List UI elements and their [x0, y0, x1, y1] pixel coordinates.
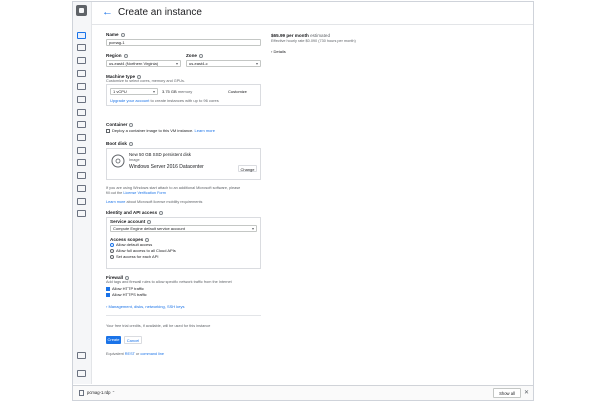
boot-change-button[interactable]: Change — [238, 165, 257, 172]
container-label: Container — [106, 122, 134, 127]
download-item[interactable]: pcmag-1.rdp ⌃ — [87, 390, 115, 395]
boot-image-label: Image — [129, 158, 140, 162]
help-icon[interactable] — [120, 32, 125, 37]
close-icon[interactable]: ✕ — [524, 389, 529, 396]
zone-label: Zone — [186, 53, 203, 58]
marketplace-icon[interactable] — [77, 352, 86, 359]
nav-rail — [73, 2, 92, 384]
scope-default-option[interactable]: Allow default access — [110, 242, 152, 247]
disk-icon — [111, 154, 125, 168]
help-icon[interactable] — [123, 53, 128, 58]
sole-tenant-nodes-icon[interactable] — [77, 70, 86, 77]
network-endpoints-icon[interactable] — [77, 185, 86, 192]
instance-groups-icon[interactable] — [77, 44, 86, 51]
help-icon[interactable] — [147, 219, 152, 224]
monthly-price: $65.99 per month estimated — [271, 33, 330, 38]
machine-type-subtext: Customize to select cores, memory and GP… — [106, 79, 185, 83]
scope-full-option[interactable]: Allow full access to all Cloud APIs — [110, 248, 176, 253]
scope-each-option[interactable]: Set access for each API — [110, 254, 158, 259]
free-trial-note: Your free trial credits, if available, w… — [106, 324, 211, 328]
https-checkbox[interactable] — [106, 292, 110, 297]
divider — [106, 315, 261, 316]
download-bar: pcmag-1.rdp ⌃ Show all ✕ — [73, 385, 533, 400]
hourly-rate: Effective hourly rate $0.090 (730 hours … — [271, 39, 356, 43]
instance-templates-icon[interactable] — [77, 57, 86, 64]
management-expander[interactable]: › Management, disks, networking, SSH key… — [106, 304, 185, 309]
service-account-label: Service account — [110, 219, 152, 224]
vm-instances-icon[interactable] — [77, 32, 86, 39]
learn-more-link[interactable]: Learn more — [106, 200, 125, 204]
radio[interactable] — [110, 248, 114, 253]
disks-icon[interactable] — [77, 83, 86, 90]
browser-window: ← Create an instance Name pcmag-1 Region… — [72, 1, 534, 401]
health-checks-icon[interactable] — [77, 159, 86, 166]
pricing-summary: $65.99 per month estimated Effective hou… — [271, 33, 361, 54]
compute-engine-logo-icon[interactable] — [76, 5, 87, 16]
page-header: ← Create an instance — [92, 2, 533, 25]
create-instance-form: Name pcmag-1 Region us-east4 (Northern V… — [106, 30, 526, 380]
management-link[interactable]: Management, disks, networking, SSH keys — [108, 304, 184, 309]
allow-https-option[interactable]: Allow HTTPS traffic — [106, 292, 147, 297]
collapse-rail-icon[interactable] — [77, 370, 86, 377]
show-all-button[interactable]: Show all — [493, 388, 521, 398]
create-button[interactable]: Create — [106, 336, 121, 344]
operations-icon[interactable] — [77, 198, 86, 205]
chevron-up-icon[interactable]: ⌃ — [112, 390, 116, 395]
radio[interactable] — [110, 254, 114, 259]
name-label: Name — [106, 32, 125, 37]
tpus-icon[interactable] — [77, 121, 86, 128]
security-scans-icon[interactable] — [77, 210, 86, 217]
container-learn-more-link[interactable]: Learn more — [195, 128, 215, 133]
upgrade-link[interactable]: Upgrade your account — [110, 98, 149, 103]
container-checkbox[interactable] — [106, 128, 110, 133]
cancel-button[interactable]: Cancel — [124, 336, 142, 344]
boot-disk-title: New 50 GB SSD persistent disk — [129, 152, 191, 157]
help-icon[interactable] — [128, 141, 133, 146]
equivalent-line: Equivalent REST or command line — [106, 352, 165, 356]
allow-http-option[interactable]: Allow HTTP traffic — [106, 286, 144, 291]
customize-link[interactable]: Customize — [228, 89, 247, 94]
license-verification-link[interactable]: License Verification Form — [123, 191, 166, 195]
memory-value: 3.75 GB memory — [162, 89, 193, 94]
help-icon[interactable] — [129, 122, 134, 127]
details-expander[interactable]: › Details — [271, 49, 361, 54]
name-input[interactable]: pcmag-1 — [106, 39, 261, 46]
service-account-select[interactable]: Compute Engine default service account — [110, 225, 257, 232]
region-label: Region — [106, 53, 128, 58]
file-icon — [79, 390, 84, 396]
snapshots-icon[interactable] — [77, 96, 86, 103]
firewall-subtext: Add tags and firewall rules to allow spe… — [106, 280, 232, 284]
images-icon[interactable] — [77, 109, 86, 116]
metadata-icon[interactable] — [77, 147, 86, 154]
rest-link[interactable]: REST — [125, 352, 135, 356]
container-option: Deploy a container image to this VM inst… — [106, 128, 215, 133]
zone-select[interactable]: us-east4-c — [186, 60, 261, 67]
zones-icon[interactable] — [77, 172, 86, 179]
vcpu-select[interactable]: 1 vCPU — [110, 88, 158, 95]
radio-selected[interactable] — [110, 242, 114, 247]
page-title: Create an instance — [118, 7, 202, 18]
help-icon[interactable] — [159, 210, 164, 215]
upgrade-text: Upgrade your account to create instances… — [110, 98, 219, 103]
region-select[interactable]: us-east4 (Northern Virginia) — [106, 60, 181, 67]
identity-label: Identity and API access — [106, 210, 164, 215]
windows-license-note-2: fill out the License Verification Form — [106, 191, 166, 195]
windows-license-note: If you are using Windows start attach to… — [106, 186, 241, 190]
command-line-link[interactable]: command line — [140, 352, 164, 356]
help-icon[interactable] — [198, 53, 203, 58]
license-mobility-note: Learn more about Microsoft license mobil… — [106, 200, 203, 204]
boot-image-value: Windows Server 2016 Datacenter — [129, 164, 204, 170]
back-arrow-icon[interactable]: ← — [102, 6, 113, 18]
boot-disk-label: Boot disk — [106, 141, 133, 146]
http-checkbox[interactable] — [106, 286, 110, 291]
committed-use-icon[interactable] — [77, 134, 86, 141]
